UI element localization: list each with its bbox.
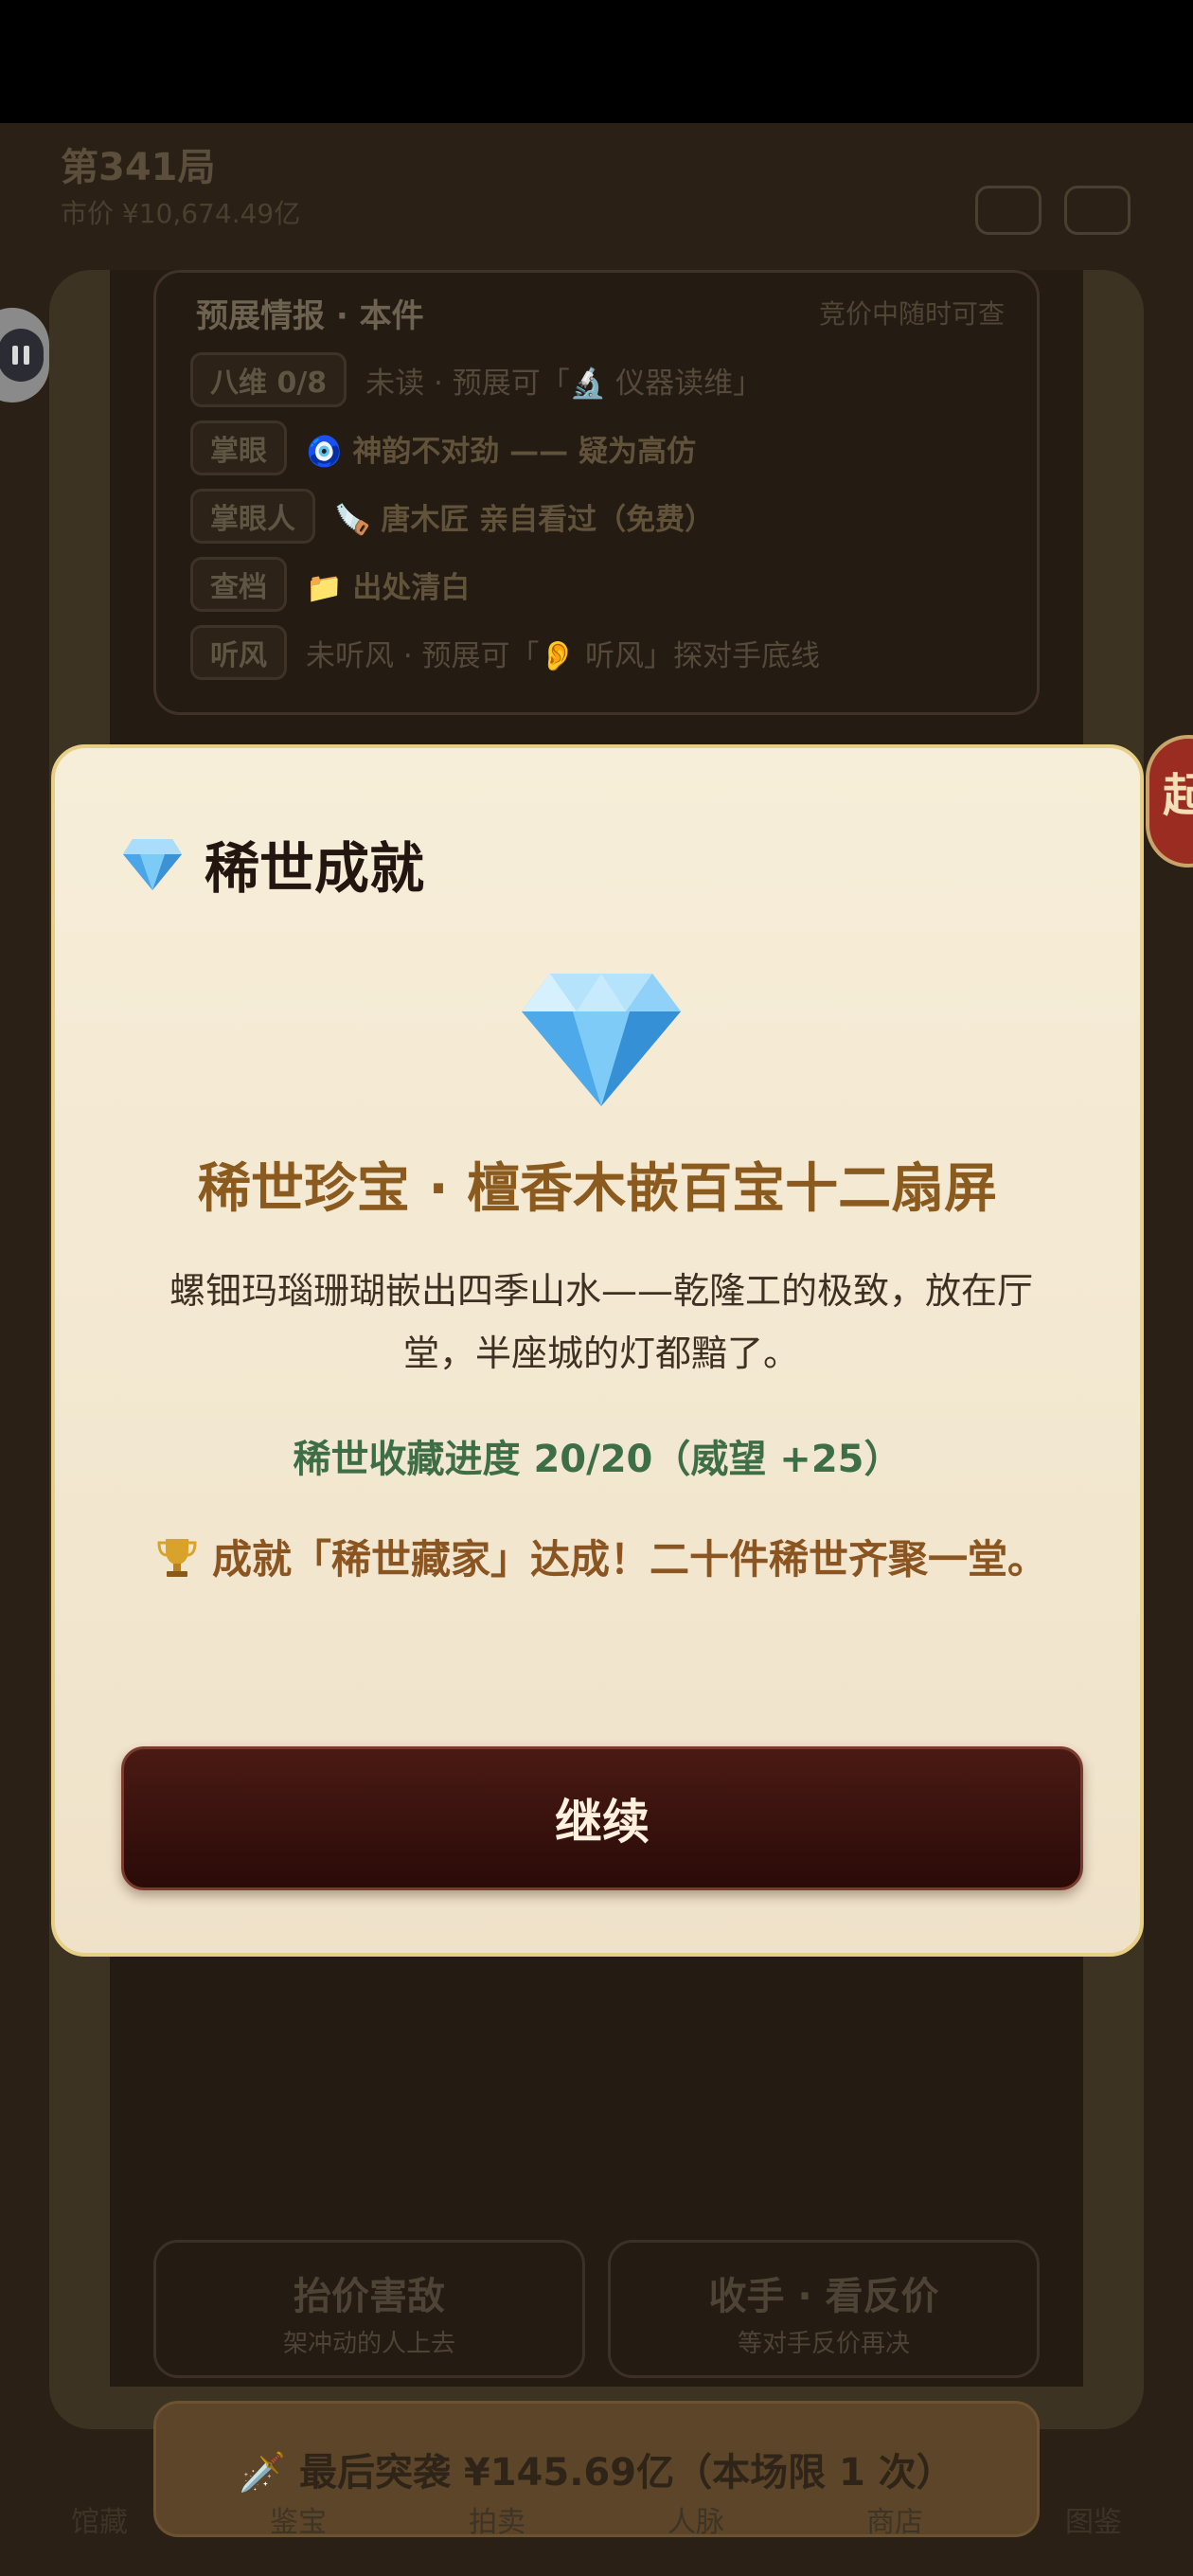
preview-intel-panel: 预展情报 · 本件 竞价中随时可查 八维 0/8 未读 · 预展可「🔬 仪器读维… (153, 270, 1040, 715)
gem-icon (123, 839, 182, 890)
trophy-icon (157, 1539, 197, 1577)
nav-item[interactable]: 馆藏 (71, 2498, 128, 2540)
intel-row: 听风 未听风 · 预展可「👂 听风」探对手底线 (190, 623, 820, 682)
settings-button[interactable] (1064, 186, 1131, 235)
intel-row: 查档 📁 出处清白 (190, 555, 470, 614)
pause-icon (0, 329, 44, 382)
intel-title: 预展情报 · 本件 (196, 297, 424, 335)
auction-header: 第341局 市价 ¥10,674.49亿 (0, 123, 1193, 275)
intel-row: 八维 0/8 未读 · 预展可「🔬 仪器读维」 (190, 350, 762, 409)
round-title: 第341局 (61, 146, 216, 189)
nav-item[interactable]: 鉴宝 (270, 2498, 327, 2540)
dialog-title: 稀世成就 (205, 836, 425, 901)
intel-row: 掌眼 🧿 神韵不对劲 —— 疑为高仿 (190, 419, 696, 477)
intel-row: 掌眼人 🪚 唐木匠 亲自看过（免费） (190, 487, 714, 546)
achievement-text: 成就「稀世藏家」达成！二十件稀世齐聚一堂。 (150, 1525, 1053, 1595)
achievement-dialog: 稀世成就 稀世珍宝 · 檀香木嵌百宝十二扇屏 螺钿玛瑙珊瑚嵌出四季山水——乾隆工… (51, 744, 1144, 1957)
nav-item[interactable]: 商店 (866, 2498, 923, 2540)
intel-hint: 竞价中随时可查 (818, 298, 1005, 330)
intel-tag: 八维 0/8 (190, 352, 347, 407)
menu-button[interactable] (975, 186, 1042, 235)
achievement-label: 成就「稀世藏家」达成！二十件稀世齐聚一堂。 (211, 1536, 1047, 1583)
continue-button[interactable]: 继续 (121, 1746, 1083, 1890)
fold-button[interactable]: 收手 · 看反价 等对手反价再决 (608, 2240, 1040, 2378)
side-event-badge[interactable]: 起 (1146, 735, 1193, 868)
raise-price-title: 抬价害敌 (294, 2275, 445, 2318)
collection-progress: 稀世收藏进度 20/20（威望 +25） (293, 1438, 902, 1481)
raise-price-subtitle: 架冲动的人上去 (282, 2330, 455, 2358)
nav-item[interactable]: 人脉 (668, 2498, 724, 2540)
bottom-nav: 馆藏 鉴宝 拍卖 人脉 商店 图鉴 (0, 2462, 1193, 2576)
status-bar (0, 0, 1193, 123)
intel-tag: 查档 (190, 557, 287, 612)
intel-text: 🧿 神韵不对劲 —— 疑为高仿 (306, 434, 696, 469)
fold-subtitle: 等对手反价再决 (737, 2330, 910, 2358)
intel-tag: 掌眼 (190, 420, 287, 475)
treasure-name: 稀世珍宝 · 檀香木嵌百宝十二扇屏 (197, 1158, 998, 1220)
fold-title: 收手 · 看反价 (708, 2275, 939, 2318)
raise-price-button[interactable]: 抬价害敌 架冲动的人上去 (153, 2240, 585, 2378)
dialog-header: 稀世成就 (121, 824, 424, 903)
intel-text: 📁 出处清白 (306, 570, 471, 605)
nav-item[interactable]: 图鉴 (1065, 2498, 1122, 2540)
treasure-description: 螺钿玛瑙珊瑚嵌出四季山水——乾隆工的极致，放在厅堂，半座城的灯都黯了。 (169, 1270, 1033, 1374)
intel-tag: 听风 (190, 625, 287, 680)
market-price: 市价 ¥10,674.49亿 (61, 198, 301, 229)
side-badge-label: 起 (1163, 769, 1193, 822)
diamond-icon (522, 974, 681, 1106)
nav-item[interactable]: 拍卖 (469, 2498, 525, 2540)
intel-text: 未听风 · 预展可「👂 听风」探对手底线 (306, 638, 821, 673)
intel-tag: 掌眼人 (190, 489, 315, 544)
intel-text: 🪚 唐木匠 亲自看过（免费） (334, 502, 715, 537)
intel-text: 未读 · 预展可「🔬 仪器读维」 (365, 366, 763, 401)
